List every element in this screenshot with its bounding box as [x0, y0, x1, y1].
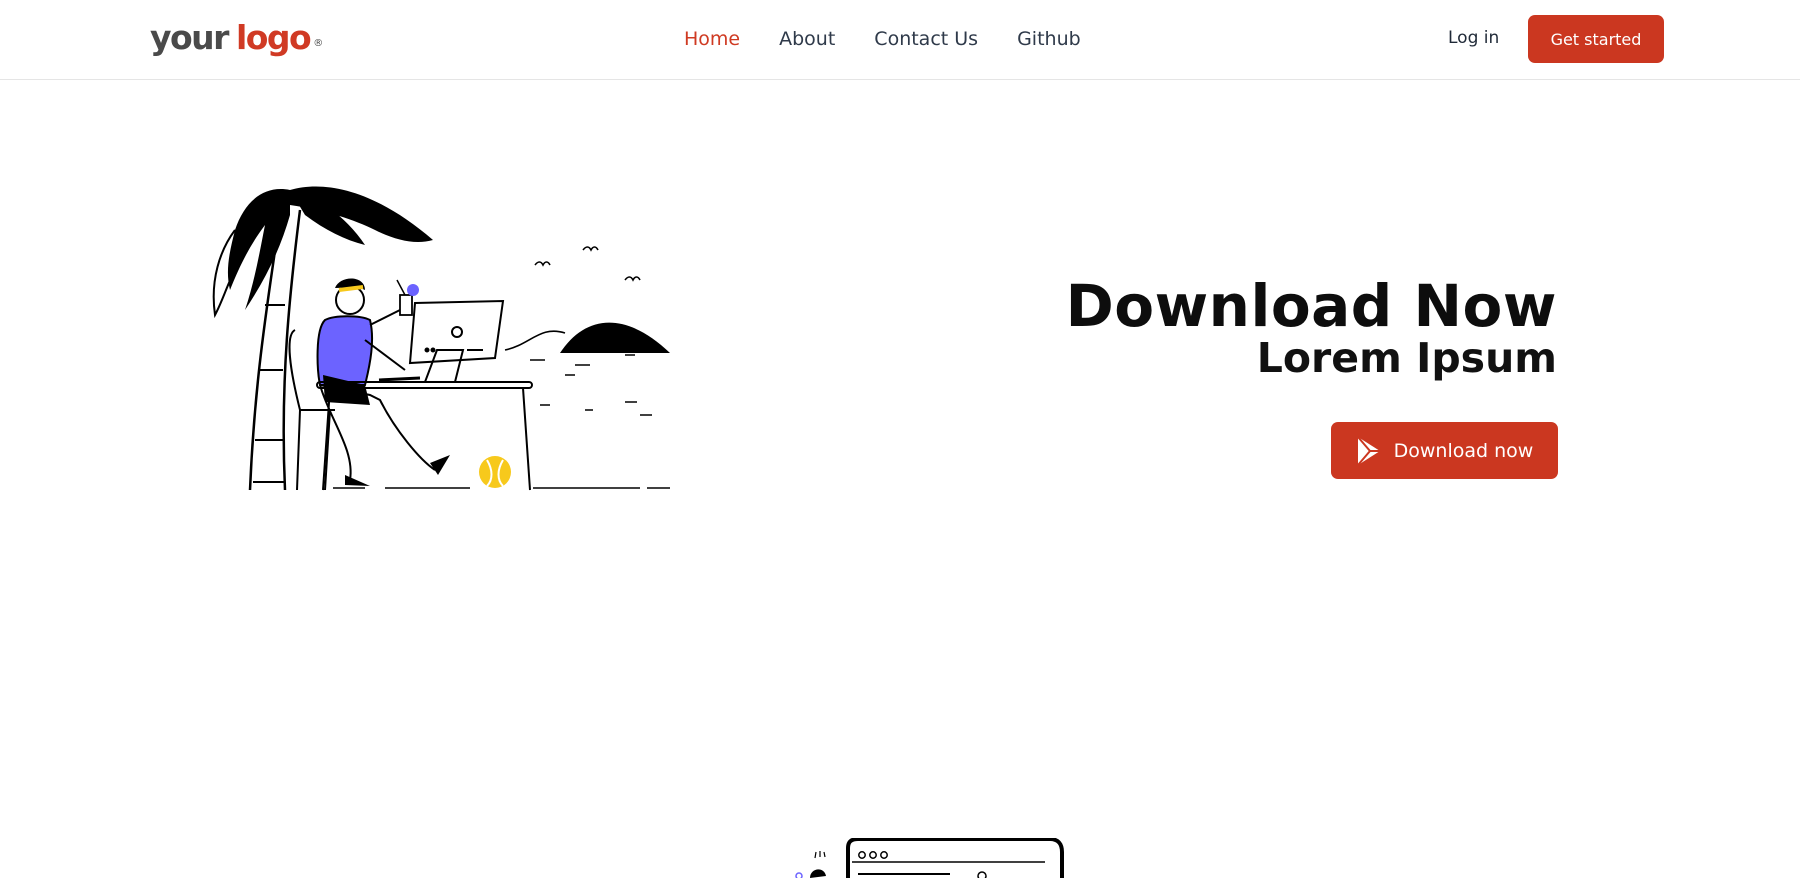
nav-about[interactable]: About — [779, 26, 835, 52]
site-header: your logo ® Home About Contact Us Github… — [0, 0, 1800, 80]
hero-illustration — [212, 186, 670, 491]
logo[interactable]: your logo ® — [150, 18, 323, 64]
registered-mark: ® — [313, 38, 324, 49]
hero-subtitle: Lorem Ipsum — [1256, 334, 1557, 382]
logo-word-your: your — [150, 18, 229, 57]
get-started-button[interactable]: Get started — [1528, 15, 1664, 63]
play-store-icon — [1356, 435, 1380, 466]
ball — [479, 456, 511, 488]
hero-title: Download Now — [1065, 272, 1557, 340]
nav-home[interactable]: Home — [684, 26, 740, 52]
main-nav: Home About Contact Us Github — [684, 26, 1120, 52]
logo-word-logo: logo — [235, 18, 312, 57]
login-link[interactable]: Log in — [1448, 26, 1499, 50]
download-now-button[interactable]: Download now — [1331, 422, 1558, 479]
landscape — [333, 246, 670, 489]
download-now-label: Download now — [1393, 439, 1534, 462]
nav-contact-us[interactable]: Contact Us — [874, 26, 978, 52]
nav-github[interactable]: Github — [1017, 26, 1081, 52]
hero-heading-group: Download Now Lorem Ipsum — [1066, 275, 1557, 381]
bottom-illustration — [795, 838, 1064, 878]
